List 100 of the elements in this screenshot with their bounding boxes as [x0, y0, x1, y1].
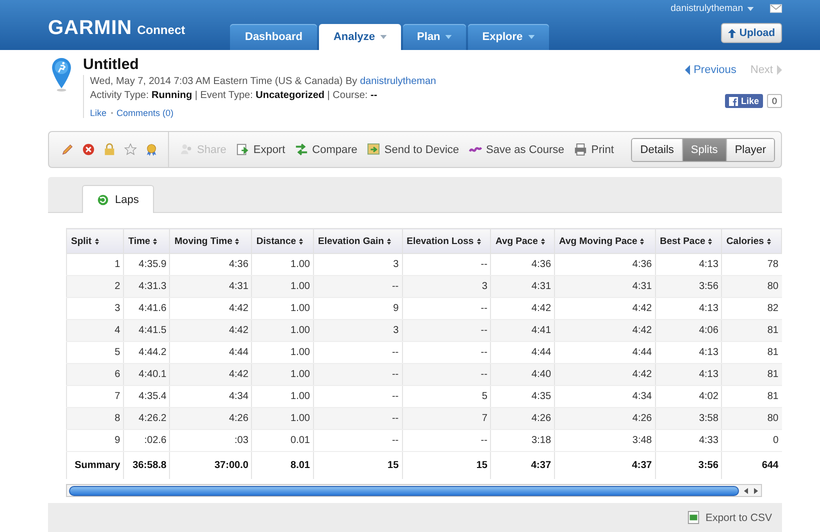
export-icon	[236, 143, 250, 156]
column-header[interactable]: Split	[66, 228, 124, 254]
column-header[interactable]: Distance	[252, 228, 314, 254]
table-cell: 1.00	[252, 364, 314, 386]
table-cell: 4:31	[554, 276, 656, 298]
column-header[interactable]: Elevation Loss	[402, 228, 491, 254]
up-arrow-icon	[728, 28, 736, 38]
table-cell: --	[402, 320, 491, 342]
summary-cell: 37:00.0	[170, 452, 252, 479]
summary-cell: 4:37	[554, 452, 656, 479]
like-count: 0	[766, 94, 782, 108]
running-pin-icon	[52, 58, 71, 92]
summary-cell: 8.01	[252, 452, 314, 479]
table-cell: 3:58	[655, 408, 722, 430]
sort-icon	[386, 238, 391, 244]
table-cell: 4:13	[655, 364, 722, 386]
column-header[interactable]: Best Pace	[655, 228, 722, 254]
previous-link[interactable]: Previous	[684, 64, 736, 76]
award-icon[interactable]	[145, 143, 158, 156]
sort-icon	[540, 238, 545, 244]
export-csv-link[interactable]: Export to CSV	[687, 511, 772, 524]
column-header[interactable]: Moving Time	[170, 228, 252, 254]
activity-title: Untitled	[83, 56, 140, 74]
table-cell: --	[313, 408, 402, 430]
table-cell: 8	[66, 408, 124, 430]
table-cell: 4:42	[554, 320, 656, 342]
table-cell: --	[402, 364, 491, 386]
summary-cell: 15	[402, 452, 491, 479]
nav-tab[interactable]: Plan	[403, 24, 466, 50]
table-cell: 3	[313, 320, 402, 342]
laps-tab[interactable]: Laps	[82, 185, 154, 213]
nav-tab[interactable]: Analyze	[319, 24, 402, 50]
table-cell: 4:33	[655, 430, 722, 452]
summary-cell: 15	[313, 452, 402, 479]
table-cell: --	[313, 276, 402, 298]
course-button[interactable]: Save as Course	[469, 143, 564, 156]
user-menu[interactable]: danistrulytheman	[670, 3, 743, 14]
table-cell: 3:18	[490, 430, 555, 452]
view-toggle[interactable]: Splits	[682, 138, 726, 160]
column-header[interactable]: Time	[124, 228, 170, 254]
nav-tab[interactable]: Explore	[468, 24, 549, 50]
scroll-left-icon[interactable]	[742, 486, 750, 494]
table-cell: 4:31	[170, 276, 252, 298]
refresh-icon	[97, 194, 109, 206]
compare-icon	[295, 143, 308, 156]
column-header[interactable]: Elevation Gain	[313, 228, 402, 254]
table-cell: 1.00	[252, 320, 314, 342]
nav-tab[interactable]: Dashboard	[230, 24, 318, 50]
table-cell: 4	[66, 320, 124, 342]
table-cell: --	[313, 364, 402, 386]
device-button[interactable]: Send to Device	[367, 143, 460, 156]
facebook-icon	[728, 96, 738, 106]
column-header[interactable]: Calories	[722, 228, 782, 254]
table-cell: 1.00	[252, 276, 314, 298]
spreadsheet-icon	[687, 511, 700, 524]
table-cell: 4:26.2	[124, 408, 170, 430]
logo-suffix[interactable]: Connect	[137, 23, 186, 37]
table-cell: :02.6	[124, 430, 170, 452]
sort-icon	[94, 238, 99, 244]
table-cell: 4:26	[170, 408, 252, 430]
sort-icon	[708, 238, 712, 244]
scroll-right-icon[interactable]	[752, 486, 760, 494]
table-cell: 4:40.1	[124, 364, 170, 386]
table-cell: 4:06	[655, 320, 722, 342]
facebook-like-button[interactable]: Like	[724, 94, 763, 108]
print-button[interactable]: Print	[574, 143, 614, 156]
upload-button[interactable]: Upload	[721, 23, 782, 43]
like-link[interactable]: Like	[90, 108, 107, 118]
table-cell: --	[313, 430, 402, 452]
table-cell: 4:42	[554, 364, 656, 386]
table-cell: 4:40	[490, 364, 555, 386]
sort-icon	[235, 238, 240, 244]
view-toggle[interactable]: Player	[726, 138, 774, 160]
pencil-icon[interactable]	[61, 143, 74, 156]
column-header[interactable]: Avg Pace	[490, 228, 555, 254]
delete-icon[interactable]	[82, 143, 95, 156]
logo[interactable]: GARMIN	[48, 17, 132, 40]
table-cell: 3:56	[655, 276, 722, 298]
summary-cell: Summary	[66, 452, 124, 479]
compare-button[interactable]: Compare	[295, 143, 358, 156]
star-icon[interactable]	[124, 143, 137, 156]
people-icon	[180, 143, 193, 156]
table-cell: 81	[722, 320, 782, 342]
export-button[interactable]: Export	[236, 143, 286, 156]
table-cell: 2	[66, 276, 124, 298]
sort-icon	[640, 238, 644, 244]
column-header[interactable]: Avg Moving Pace	[554, 228, 656, 254]
table-cell: 3:48	[554, 430, 656, 452]
sort-icon	[476, 238, 481, 244]
comments-link[interactable]: Comments (0)	[116, 108, 174, 118]
table-cell: 4:41	[490, 320, 555, 342]
table-cell: 4:42	[170, 364, 252, 386]
table-cell: 9	[66, 430, 124, 452]
lock-icon[interactable]	[103, 143, 116, 156]
mail-icon[interactable]	[770, 4, 782, 13]
sort-icon	[299, 238, 304, 244]
view-toggle[interactable]: Details	[632, 138, 682, 160]
table-cell: 1.00	[252, 408, 314, 430]
horizontal-scrollbar[interactable]	[66, 484, 762, 497]
author-link[interactable]: danistrulytheman	[360, 76, 436, 87]
